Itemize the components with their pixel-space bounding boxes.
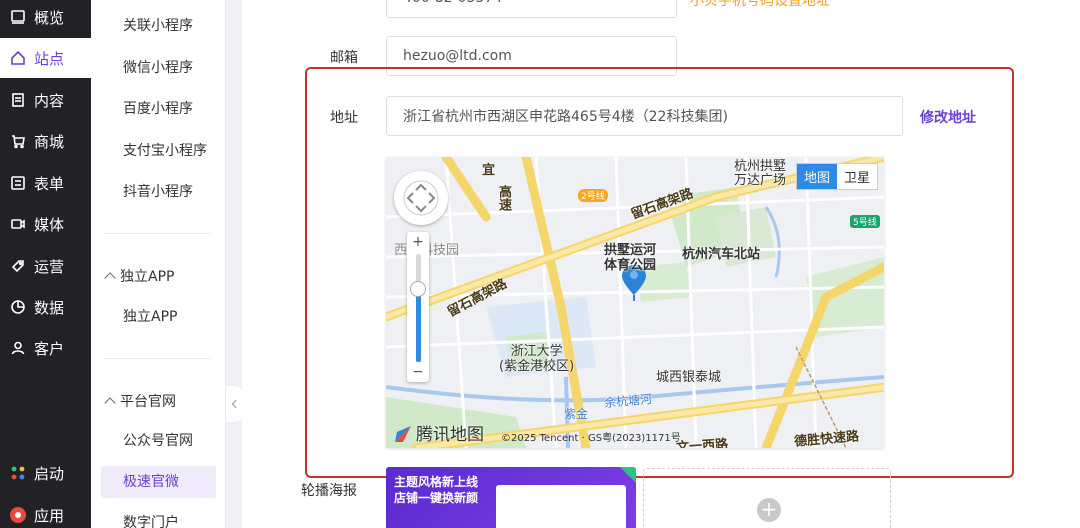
subnav-item[interactable]: 数字门户 xyxy=(123,513,179,528)
carousel-label: 轮播海报 xyxy=(301,483,357,499)
map-copyright: ©2025 Tencent · GS粤(2023)1171号 xyxy=(501,433,681,444)
overview-icon xyxy=(9,8,27,26)
chevron-left-icon xyxy=(231,399,240,409)
nav-label: 启动 xyxy=(34,464,65,483)
nav-item-form[interactable]: 表单 xyxy=(0,163,91,203)
email-label: 邮箱 xyxy=(330,50,358,66)
nav-item-overview[interactable]: 概览 xyxy=(0,0,91,37)
nav-label: 内容 xyxy=(34,91,65,110)
map-label: 文一西路 xyxy=(675,437,729,448)
map-pan-control[interactable] xyxy=(394,171,448,225)
divider xyxy=(103,358,211,359)
zoom-in-icon[interactable]: + xyxy=(407,234,429,250)
banner-line-2: 店铺一键换新颜 xyxy=(394,491,479,505)
zoom-fill xyxy=(416,288,421,362)
nav-label: 站点 xyxy=(34,49,65,68)
apps-icon xyxy=(9,506,27,524)
subnav-group-label: 平台官网 xyxy=(120,394,176,410)
subnav-item-active[interactable]: 极速官微 xyxy=(123,472,179,492)
home-icon xyxy=(9,49,27,67)
banner-preview-card xyxy=(496,485,626,528)
nav-item-media[interactable]: 媒体 xyxy=(0,204,91,244)
map-type-switch: 地图 卫星 xyxy=(795,163,878,190)
map-zoom-control: + − xyxy=(407,232,429,382)
nav-label: 媒体 xyxy=(34,215,65,234)
nav-label: 表单 xyxy=(34,174,65,193)
subnav-group-app[interactable]: 独立APP xyxy=(104,266,174,286)
banner-line-1: 主题风格新上线 xyxy=(394,475,479,489)
nav-label: 运营 xyxy=(34,257,65,276)
map-label: 宜 xyxy=(482,163,496,178)
nav-label: 概览 xyxy=(34,8,65,27)
launch-icon xyxy=(9,464,27,482)
document-icon xyxy=(9,91,27,109)
divider xyxy=(103,233,211,234)
subnav-group-label: 独立APP xyxy=(120,269,175,285)
carousel-banner-image[interactable]: 主题风格新上线 店铺一键换新颜 xyxy=(386,467,636,528)
banner-corner xyxy=(620,467,636,483)
map-label: 万达广场 xyxy=(734,173,787,188)
map-label: 拱墅运河 体育公园 xyxy=(604,243,657,273)
metro-badge: 2号线 xyxy=(578,189,608,202)
plus-icon: + xyxy=(757,498,781,522)
tag-icon xyxy=(9,257,27,275)
nav-item-site[interactable]: 站点 xyxy=(0,38,91,78)
map-logo-text: 腾讯地图 xyxy=(416,425,484,445)
nav-item-data[interactable]: 数据 xyxy=(0,287,91,327)
tencent-map-logo-icon xyxy=(395,426,411,442)
zoom-out-icon[interactable]: − xyxy=(407,364,429,380)
map-label: 城西银泰城 xyxy=(656,370,722,385)
nav-label: 商城 xyxy=(34,132,65,151)
address-label: 地址 xyxy=(330,110,358,126)
subnav-item[interactable]: 独立APP xyxy=(123,307,177,327)
nav-label: 数据 xyxy=(34,298,65,317)
map-type-map[interactable]: 地图 xyxy=(796,164,837,189)
sub-nav: 关联小程序 微信小程序 百度小程序 支付宝小程序 抖音小程序 独立APP 独立A… xyxy=(91,0,226,528)
contact-hint: 小贝手机号码设置地址 xyxy=(690,0,830,9)
metro-badge: 5号线 xyxy=(850,215,880,228)
subnav-item[interactable]: 抖音小程序 xyxy=(123,182,193,202)
cart-icon xyxy=(9,132,27,150)
form-icon xyxy=(9,174,27,192)
map-label: 紫金 xyxy=(564,407,589,421)
main-nav: 概览 站点 内容 商城 表单 媒体 运营 数据 客户 启动 应用 xyxy=(0,0,91,528)
subnav-item[interactable]: 公众号官网 xyxy=(123,431,193,451)
nav-item-mall[interactable]: 商城 xyxy=(0,121,91,161)
nav-item-apps[interactable]: 应用 xyxy=(0,495,91,528)
map-type-satellite[interactable]: 卫星 xyxy=(837,164,877,189)
map-label: 杭州汽车北站 xyxy=(682,247,761,262)
chevron-up-icon xyxy=(104,272,116,284)
map-label: 浙江大学 (紫金港校区) xyxy=(499,344,575,374)
chart-icon xyxy=(9,298,27,316)
nav-item-customer[interactable]: 客户 xyxy=(0,328,91,368)
nav-item-content[interactable]: 内容 xyxy=(0,80,91,120)
address-input[interactable]: 浙江省杭州市西湖区申花路465号4楼（22科技集团) xyxy=(386,96,903,136)
add-carousel-button[interactable]: + xyxy=(643,468,891,528)
subnav-item[interactable]: 百度小程序 xyxy=(123,99,193,119)
collapse-sidebar-button[interactable] xyxy=(226,386,242,422)
nav-label: 应用 xyxy=(34,506,65,525)
subnav-item[interactable]: 支付宝小程序 xyxy=(123,141,207,161)
subnav-item[interactable]: 微信小程序 xyxy=(123,58,193,78)
nav-item-launch[interactable]: 启动 xyxy=(0,453,91,493)
map-view[interactable]: 杭州拱墅 万达广场 留石高架路 留石高架路 拱墅运河 体育公园 杭州汽车北站 浙… xyxy=(386,157,884,448)
nav-label: 客户 xyxy=(34,339,65,358)
subnav-item[interactable]: 关联小程序 xyxy=(123,16,193,36)
nav-item-operation[interactable]: 运营 xyxy=(0,246,91,286)
pan-arrows-icon xyxy=(403,180,439,216)
edit-address-link[interactable]: 修改地址 xyxy=(920,107,976,127)
map-label: 高速 xyxy=(496,185,511,211)
subnav-group-site[interactable]: 平台官网 xyxy=(104,391,176,411)
media-icon xyxy=(9,215,27,233)
zoom-slider-handle[interactable] xyxy=(410,281,426,297)
chevron-up-icon xyxy=(104,397,116,409)
contact-input[interactable]: 400-82-05374 xyxy=(386,0,677,18)
user-icon xyxy=(9,339,27,357)
